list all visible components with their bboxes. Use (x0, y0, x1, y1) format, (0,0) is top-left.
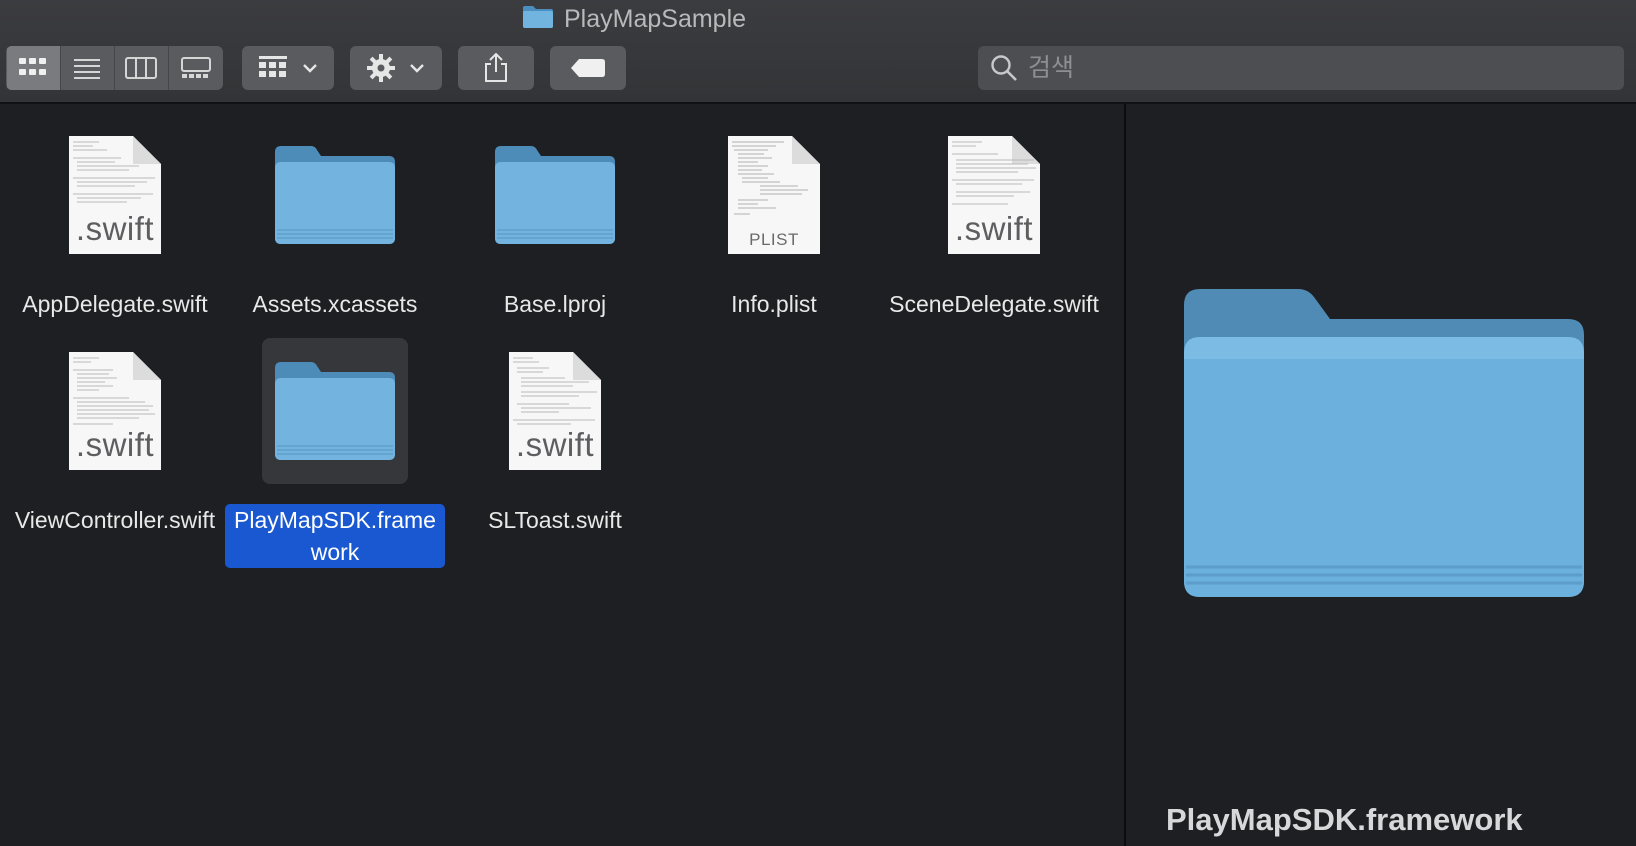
columns-icon (125, 57, 157, 79)
file-item-base-lproj[interactable]: Base.lproj (445, 122, 665, 320)
file-name-selected: PlayMapSDK.framework (225, 504, 445, 568)
file-item-appdelegate[interactable]: .swift AppDelegate.swift (5, 122, 225, 320)
file-thumbnail: PLIST (701, 122, 847, 268)
file-name: Assets.xcassets (252, 291, 418, 317)
swift-file-icon: .swift (948, 136, 1040, 254)
folder-icon (495, 146, 615, 244)
search-input[interactable] (1026, 52, 1590, 84)
file-name: Info.plist (731, 291, 817, 317)
folder-icon (275, 146, 395, 244)
swift-file-icon: .swift (509, 352, 601, 470)
file-item-sltoast[interactable]: .swift SLToast.swift (445, 338, 665, 536)
file-extension-label: PLIST (749, 230, 799, 249)
search-icon (991, 55, 1017, 81)
group-by-button[interactable] (242, 46, 334, 90)
tags-button[interactable] (550, 46, 626, 90)
file-thumbnail (482, 122, 628, 268)
chevron-down-icon (410, 64, 424, 73)
file-thumbnail: .swift (482, 338, 628, 484)
plist-file-icon: PLIST (728, 136, 820, 254)
file-name: Base.lproj (503, 291, 607, 317)
share-button[interactable] (458, 46, 534, 90)
swift-file-icon: .swift (69, 352, 161, 470)
file-grid: .swift AppDelegate.swift Assets.xcassets… (0, 104, 1124, 846)
folder-icon (522, 5, 554, 34)
window-title-text: PlayMapSample (564, 4, 747, 33)
window-title: PlayMapSample (522, 4, 746, 34)
search-field[interactable] (978, 46, 1624, 90)
file-name: AppDelegate.swift (22, 291, 208, 317)
view-mode-control (6, 46, 223, 90)
gear-icon (367, 54, 395, 82)
file-name: SceneDelegate.swift (889, 291, 1099, 317)
file-extension-label: .swift (954, 210, 1034, 247)
icon-view-button[interactable] (6, 46, 61, 90)
file-extension-label: .swift (75, 426, 155, 463)
chevron-down-icon (303, 64, 317, 73)
finder-toolbar: PlayMapSample (0, 0, 1636, 104)
folder-icon (275, 362, 395, 460)
swift-file-icon: .swift (69, 136, 161, 254)
file-thumbnail: .swift (42, 338, 188, 484)
large-folder-icon (1184, 289, 1584, 597)
list-icon (74, 59, 100, 79)
share-icon (485, 53, 507, 82)
file-item-viewcontroller[interactable]: .swift ViewController.swift (5, 338, 225, 536)
file-item-playmapsdk-framework[interactable]: PlayMapSDK.framework (225, 338, 445, 568)
file-thumbnail-selected (262, 338, 408, 484)
file-thumbnail: .swift (42, 122, 188, 268)
file-extension-label: .swift (515, 426, 595, 463)
grid-icon (19, 58, 46, 75)
gallery-icon (180, 57, 211, 78)
file-name: SLToast.swift (488, 507, 622, 533)
gallery-view-button[interactable] (169, 46, 223, 90)
file-item-assets[interactable]: Assets.xcassets (225, 122, 445, 320)
tag-icon (571, 59, 605, 77)
file-thumbnail (262, 122, 408, 268)
file-extension-label: .swift (75, 210, 155, 247)
file-item-scenedelegate[interactable]: .swift SceneDelegate.swift (884, 122, 1104, 320)
action-menu-button[interactable] (350, 46, 442, 90)
file-thumbnail: .swift (921, 122, 1067, 268)
list-view-button[interactable] (61, 46, 115, 90)
preview-pane: PlayMapSDK.framework (1126, 104, 1636, 846)
preview-file-name: PlayMapSDK.framework (1166, 802, 1523, 837)
file-item-info-plist[interactable]: PLIST Info.plist (664, 122, 884, 320)
file-name: ViewController.swift (14, 507, 216, 533)
group-grid-icon (259, 56, 287, 77)
column-view-button[interactable] (115, 46, 169, 90)
